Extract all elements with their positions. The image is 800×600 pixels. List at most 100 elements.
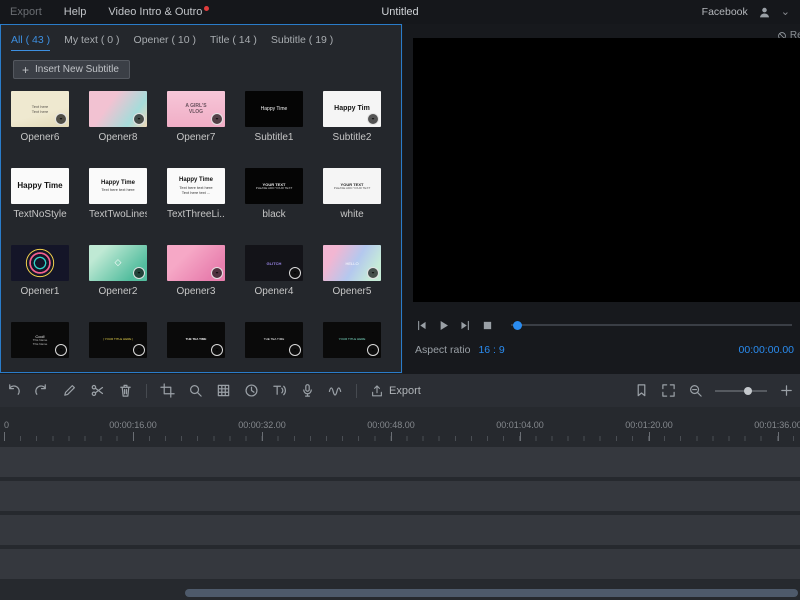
- template-card-15[interactable]: Cool! This Name This Name: [11, 322, 69, 372]
- template-card-17[interactable]: THE TEA TIME: [167, 322, 225, 372]
- template-thumbnail[interactable]: YOUR TEXT PLEASE ADD YOUR TEXT: [323, 168, 381, 204]
- template-card-16[interactable]: | YOUR TITLE HERE |: [89, 322, 147, 372]
- thumbnail-text: PLEASE ADD YOUR TEXT: [255, 185, 293, 190]
- menu-video-intro-outro[interactable]: Video Intro & Outro: [108, 6, 210, 18]
- thumbnail-text: Text here: [31, 109, 49, 114]
- thumbnail-text: Happy Time: [260, 105, 288, 112]
- template-thumbnail[interactable]: Text here Text here: [11, 91, 69, 127]
- template-thumbnail[interactable]: Happy Tim: [323, 91, 381, 127]
- delete-icon[interactable]: [118, 383, 133, 398]
- ruler-time-label: 00:01:04.00: [496, 420, 544, 430]
- edit-icon[interactable]: [62, 383, 77, 398]
- template-card-TextNoStyle[interactable]: Happy Time TextNoStyle: [11, 168, 69, 221]
- template-card-19[interactable]: YOUR TITLE HERE: [323, 322, 381, 372]
- template-thumbnail[interactable]: Happy Time Text here text here: [89, 168, 147, 204]
- play-button[interactable]: [437, 319, 450, 332]
- duration-icon[interactable]: [244, 383, 259, 398]
- zoom-slider-handle[interactable]: [743, 386, 752, 395]
- thumbnail-text: THE TEA TIME: [185, 337, 207, 342]
- toolbar-divider: [146, 383, 147, 398]
- timeline-track-2[interactable]: [0, 481, 800, 511]
- template-card-18[interactable]: THE TEA TIME: [245, 322, 303, 372]
- template-thumbnail[interactable]: THE TEA TIME: [167, 322, 225, 358]
- template-label: Opener3: [176, 286, 216, 297]
- zoom-out-icon[interactable]: [688, 383, 703, 398]
- template-card-TextTwoLines[interactable]: Happy Time Text here text here TextTwoLine…: [89, 168, 147, 221]
- undo-icon[interactable]: [6, 383, 21, 398]
- facebook-link[interactable]: Facebook: [702, 6, 748, 18]
- template-thumbnail[interactable]: HELLO: [323, 245, 381, 281]
- template-thumbnail[interactable]: YOUR TITLE HERE: [323, 322, 381, 358]
- library-tab-0[interactable]: All ( 43 ): [11, 34, 51, 51]
- template-card-Opener3[interactable]: Opener3: [167, 245, 225, 298]
- thumbnail-text: Happy Tim: [334, 104, 370, 112]
- template-card-Opener6[interactable]: Text here Text here Opener6: [11, 91, 69, 144]
- timeline-zoom-slider[interactable]: [715, 386, 767, 396]
- download-icon: [367, 113, 379, 125]
- template-card-black[interactable]: YOUR TEXT PLEASE ADD YOUR TEXT black: [245, 168, 303, 221]
- zoom-in-icon[interactable]: [779, 383, 794, 398]
- timeline-track-4[interactable]: [0, 549, 800, 579]
- timeline-ruler[interactable]: 0 00:00:16.00 00:00:32.00 00:00:48.00 00:01…: [0, 407, 800, 443]
- seek-handle[interactable]: [513, 321, 522, 330]
- library-tab-2[interactable]: Opener ( 10 ): [134, 34, 196, 51]
- template-card-TextThreeLi...[interactable]: Happy Time Text here text here Text here t…: [167, 168, 225, 221]
- insert-new-subtitle-button[interactable]: + Insert New Subtitle: [13, 60, 130, 79]
- app-window: Export Help Video Intro & Outro Untitled…: [0, 0, 800, 600]
- template-card-Opener4[interactable]: GLITCH Opener4: [245, 245, 303, 298]
- library-tab-3[interactable]: Title ( 14 ): [210, 34, 257, 51]
- template-thumbnail[interactable]: [167, 245, 225, 281]
- template-thumbnail[interactable]: ◇: [89, 245, 147, 281]
- template-thumbnail[interactable]: Happy Time: [245, 91, 303, 127]
- template-label: Subtitle2: [332, 132, 372, 143]
- template-label: [245, 363, 303, 372]
- library-tab-1[interactable]: My text ( 0 ): [64, 34, 119, 51]
- chevron-down-icon[interactable]: ⌄: [781, 7, 790, 18]
- template-thumbnail[interactable]: THE TEA TIME: [245, 322, 303, 358]
- aspect-ratio-value[interactable]: 16 : 9: [478, 344, 504, 356]
- redo-icon[interactable]: [34, 383, 49, 398]
- template-card-white[interactable]: YOUR TEXT PLEASE ADD YOUR TEXT white: [323, 168, 381, 221]
- template-thumbnail[interactable]: | YOUR TITLE HERE |: [89, 322, 147, 358]
- account-icon[interactable]: [758, 6, 771, 19]
- mosaic-icon[interactable]: [216, 383, 231, 398]
- template-thumbnail[interactable]: [89, 91, 147, 127]
- voice-change-icon[interactable]: [328, 383, 343, 398]
- crop-icon[interactable]: [160, 383, 175, 398]
- template-card-Subtitle1[interactable]: Happy Time Subtitle1: [245, 91, 303, 144]
- seek-slider[interactable]: [511, 318, 792, 332]
- template-card-Opener7[interactable]: A GIRL'S VLOG Opener7: [167, 91, 225, 144]
- template-thumbnail[interactable]: A GIRL'S VLOG: [167, 91, 225, 127]
- template-thumbnail[interactable]: Happy Time Text here text here Text here t…: [167, 168, 225, 204]
- library-tab-4[interactable]: Subtitle ( 19 ): [271, 34, 333, 51]
- text-to-speech-icon[interactable]: [272, 383, 287, 398]
- stop-button[interactable]: [481, 319, 494, 332]
- template-thumbnail[interactable]: [11, 245, 69, 281]
- ruler-time-label: 00:00:16.00: [109, 420, 157, 430]
- timeline-track-3[interactable]: [0, 515, 800, 545]
- template-thumbnail[interactable]: Happy Time: [11, 168, 69, 204]
- template-thumbnail[interactable]: YOUR TEXT PLEASE ADD YOUR TEXT: [245, 168, 303, 204]
- template-label: TextThreeLi...: [167, 209, 225, 220]
- next-frame-button[interactable]: [459, 319, 472, 332]
- timeline-track-1[interactable]: [0, 447, 800, 477]
- menu-export[interactable]: Export: [10, 6, 42, 18]
- template-label: black: [262, 209, 286, 220]
- marker-icon[interactable]: [634, 383, 649, 398]
- template-thumbnail[interactable]: Cool! This Name This Name: [11, 322, 69, 358]
- fit-screen-icon[interactable]: [661, 383, 676, 398]
- zoom-icon[interactable]: [188, 383, 203, 398]
- menu-help[interactable]: Help: [64, 6, 87, 18]
- split-icon[interactable]: [90, 383, 105, 398]
- toolbar-right-group: [634, 383, 794, 398]
- template-thumbnail[interactable]: GLITCH: [245, 245, 303, 281]
- template-card-Opener8[interactable]: Opener8: [89, 91, 147, 144]
- template-card-Subtitle2[interactable]: Happy Tim Subtitle2: [323, 91, 381, 144]
- template-card-Opener2[interactable]: ◇ Opener2: [89, 245, 147, 298]
- template-card-Opener1[interactable]: Opener1: [11, 245, 69, 298]
- record-icon[interactable]: [300, 383, 315, 398]
- template-card-Opener5[interactable]: HELLO Opener5: [323, 245, 381, 298]
- export-button[interactable]: Export: [370, 384, 421, 398]
- timeline-horizontal-scrollbar[interactable]: [185, 589, 798, 597]
- previous-frame-button[interactable]: [415, 319, 428, 332]
